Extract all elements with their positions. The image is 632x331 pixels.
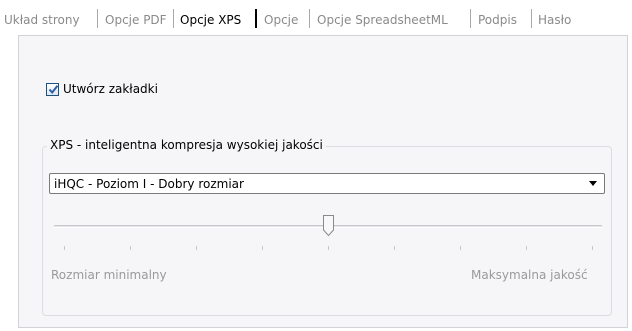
slider-tick xyxy=(196,246,197,250)
tab-pdf-options[interactable]: Opcje PDF xyxy=(105,10,167,30)
tab-separator xyxy=(173,9,174,28)
tab-options[interactable]: Opcje xyxy=(264,10,298,30)
slider-tick xyxy=(526,246,527,250)
min-size-label: Rozmiar minimalny xyxy=(51,268,167,282)
tab-signature[interactable]: Podpis xyxy=(478,10,517,30)
create-bookmarks-checkbox[interactable] xyxy=(46,82,59,96)
slider-tick xyxy=(130,246,131,250)
tab-xps-options[interactable]: Opcje XPS xyxy=(180,10,241,30)
create-bookmarks-label: Utwórz zakładki xyxy=(63,82,158,96)
tab-separator xyxy=(97,9,98,28)
tab-password[interactable]: Hasło xyxy=(538,10,571,30)
create-bookmarks-option[interactable]: Utwórz zakładki xyxy=(46,81,158,97)
slider-thumb-icon[interactable] xyxy=(323,215,334,236)
slider-tick xyxy=(262,246,263,250)
slider-tick xyxy=(460,246,461,250)
slider-tick xyxy=(64,246,65,250)
checkmark-icon xyxy=(48,84,59,94)
tab-separator xyxy=(309,9,310,28)
tab-separator xyxy=(470,9,471,28)
slider-tick xyxy=(394,246,395,250)
slider-tick xyxy=(592,246,593,250)
tab-spreadsheetml-options[interactable]: Opcje SpreadsheetML xyxy=(317,10,448,30)
slider-tick xyxy=(328,246,329,250)
xps-options-panel: Utwórz zakładki XPS - inteligentna kompr… xyxy=(18,35,628,328)
compression-level-select[interactable]: iHQC - Poziom I - Dobry rozmiar xyxy=(49,173,605,194)
compression-group-title: XPS - inteligentna kompresja wysokiej ja… xyxy=(47,138,326,152)
tab-separator xyxy=(531,9,532,28)
max-quality-label: Maksymalna jakość xyxy=(471,268,588,282)
tab-separator xyxy=(255,9,257,28)
tab-bar: Układ strony Opcje PDF Opcje XPS Opcje O… xyxy=(0,0,632,35)
tab-page-layout[interactable]: Układ strony xyxy=(4,10,80,30)
compression-level-value: iHQC - Poziom I - Dobry rozmiar xyxy=(54,177,244,191)
dropdown-arrow-icon[interactable] xyxy=(586,176,600,191)
